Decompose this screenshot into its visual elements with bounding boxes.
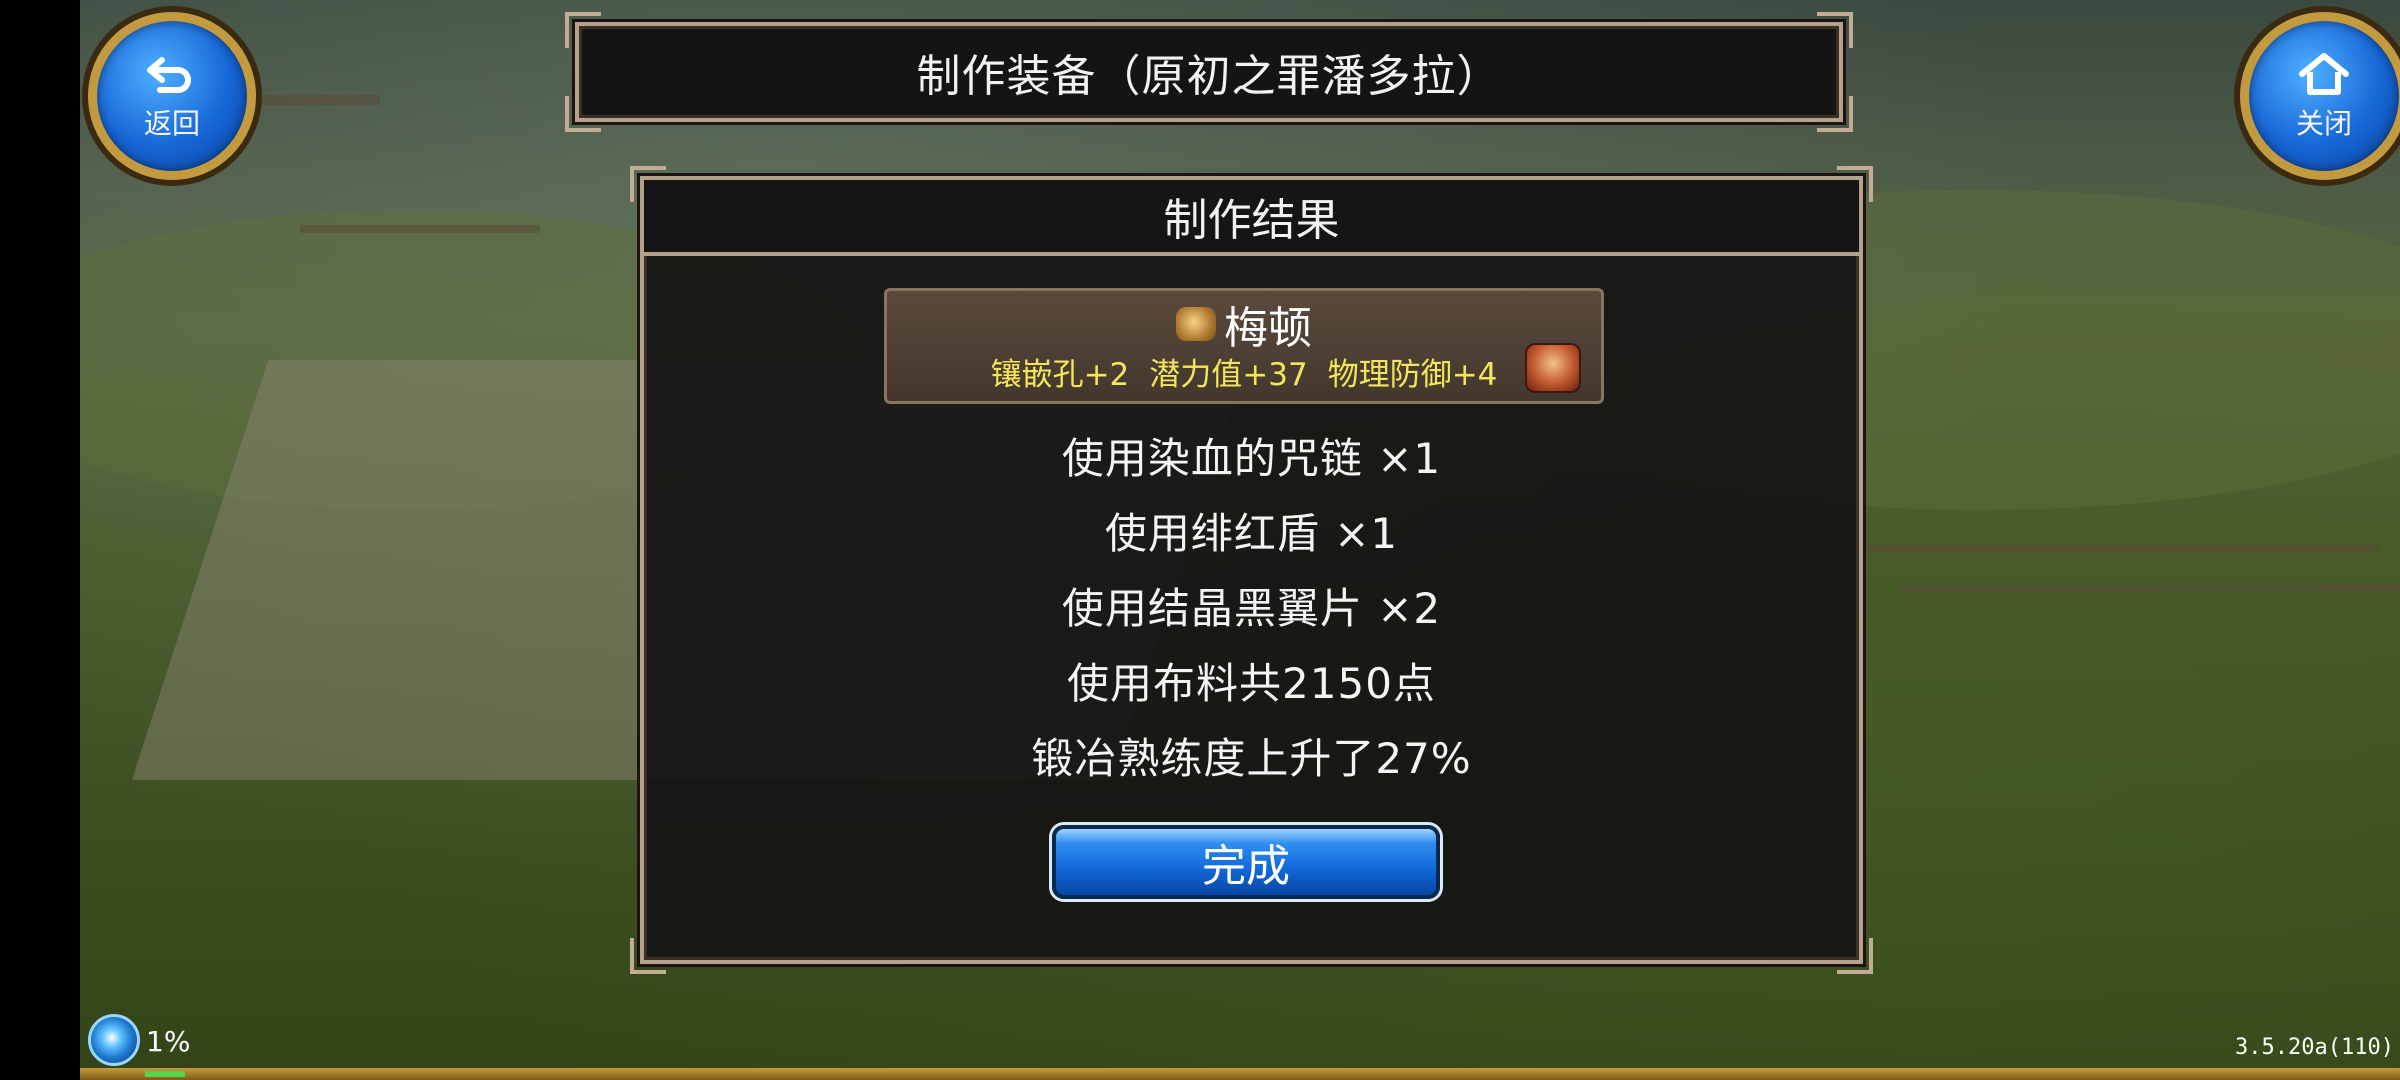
exp-bar bbox=[80, 1068, 2400, 1080]
back-label: 返回 bbox=[143, 107, 200, 140]
orb-icon[interactable] bbox=[88, 1014, 140, 1066]
result-line: 使用结晶黑翼片 ×2 bbox=[1061, 584, 1442, 633]
page-title: 制作装备（原初之罪潘多拉） bbox=[916, 51, 1502, 102]
close-button[interactable]: 关闭 bbox=[2240, 12, 2400, 180]
back-arrow-icon bbox=[147, 57, 191, 93]
panel-title: 制作结果 bbox=[644, 180, 1859, 256]
item-icon bbox=[1176, 307, 1216, 341]
item-stat: 潜力值+37 bbox=[1149, 356, 1308, 393]
result-line: 锻冶熟练度上升了27% bbox=[1031, 734, 1472, 783]
background-fence bbox=[1900, 585, 2400, 593]
treasure-chest-icon[interactable] bbox=[1525, 343, 1581, 393]
frame-corner bbox=[1837, 938, 1873, 974]
result-line: 使用布料共2150点 bbox=[1067, 659, 1436, 708]
version-text: 3.5.20a(110) bbox=[2235, 1035, 2394, 1060]
result-line: 使用绯红盾 ×1 bbox=[1104, 509, 1399, 558]
result-line: 使用染血的咒链 ×1 bbox=[1061, 434, 1442, 483]
back-button[interactable]: 返回 bbox=[88, 12, 256, 180]
close-label: 关闭 bbox=[2295, 107, 2352, 140]
title-bar: 制作装备（原初之罪潘多拉） bbox=[565, 12, 1853, 132]
item-name: 梅顿 bbox=[1224, 303, 1312, 354]
done-button[interactable]: 完成 bbox=[1052, 825, 1440, 899]
frame-corner bbox=[630, 938, 666, 974]
item-name-row: 梅顿 bbox=[887, 297, 1601, 354]
background-fence bbox=[300, 225, 540, 233]
item-card[interactable]: 梅顿 镶嵌孔+2 潜力值+37 物理防御+4 bbox=[884, 288, 1604, 404]
craft-result-panel: 制作结果 梅顿 镶嵌孔+2 潜力值+37 物理防御+4 使用染血的咒链 ×1 使… bbox=[630, 166, 1873, 974]
item-stat: 镶嵌孔+2 bbox=[990, 356, 1130, 393]
item-stats: 镶嵌孔+2 潜力值+37 物理防御+4 bbox=[887, 351, 1601, 393]
exp-bar-fill bbox=[145, 1071, 185, 1077]
exp-percent: 1% bbox=[146, 1025, 191, 1058]
result-lines: 使用染血的咒链 ×1 使用绯红盾 ×1 使用结晶黑翼片 ×2 使用布料共2150… bbox=[644, 418, 1859, 793]
home-icon bbox=[2299, 53, 2349, 95]
background-fence bbox=[1860, 545, 2380, 553]
item-stat: 物理防御+4 bbox=[1327, 356, 1498, 393]
